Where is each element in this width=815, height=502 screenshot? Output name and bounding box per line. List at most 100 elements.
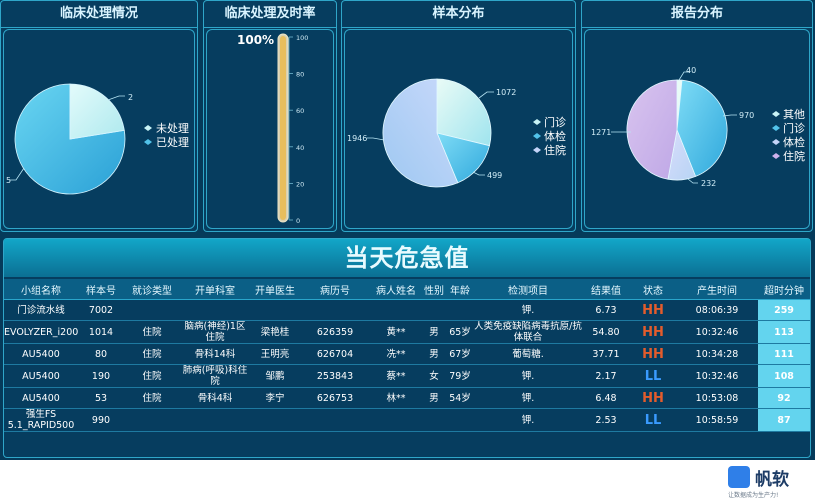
table-header-row: 小组名称 样本号 就诊类型 开单科室 开单医生 病历号 病人姓名 性别 年龄 检… xyxy=(4,279,810,300)
table-cell: 男 xyxy=(422,343,446,365)
legend-marker-processed xyxy=(144,139,152,145)
table-cell: 钾. xyxy=(474,408,582,432)
table-cell xyxy=(250,408,300,432)
table-cell: 626704 xyxy=(300,343,370,365)
table-cell: 2.53 xyxy=(582,408,630,432)
label-1946: 1946 xyxy=(347,134,367,143)
table-cell: LL xyxy=(630,364,676,388)
col-header: 病历号 xyxy=(300,279,370,300)
table-cell: 79岁 xyxy=(446,364,474,388)
rate-percent: 100% xyxy=(237,33,274,47)
table-cell: 10:34:28 xyxy=(676,343,758,365)
table-cell: 钾. xyxy=(474,364,582,388)
table-cell: 男 xyxy=(422,387,446,409)
col-header: 结果值 xyxy=(582,279,630,300)
legend-checkup: 体检 xyxy=(544,129,566,143)
table-cell xyxy=(422,299,446,321)
label-40: 40 xyxy=(686,66,696,75)
legend-marker-unprocessed xyxy=(144,125,152,131)
table-cell: 92 xyxy=(758,387,810,409)
table-row[interactable]: 门诊流水线 7002 钾. 6.73 HH 08:06:39 259 xyxy=(4,299,810,321)
table-cell xyxy=(300,299,370,321)
brand-logo: 帆软 让数据成为生产力! xyxy=(728,463,813,500)
table-cell xyxy=(370,408,422,432)
col-header: 产生时间 xyxy=(676,279,758,300)
rate-gauge-frame: 100% 100 80 60 40 20 0 xyxy=(206,29,334,229)
col-header: 检测项目 xyxy=(474,279,582,300)
table-cell: 990 xyxy=(78,408,124,432)
gauge-tick-label: 20 xyxy=(296,180,304,188)
label-970: 970 xyxy=(739,111,754,120)
samples-pie-chart: 1072 499 1946 门诊 体检 住院 xyxy=(347,78,566,188)
label-1072: 1072 xyxy=(496,88,516,97)
table-cell: 强生FS 5.1_RAPID500 xyxy=(4,408,78,432)
rate-panel: 临床处理及时率 100% 100 80 60 40 20 0 xyxy=(203,0,337,232)
table-cell: 08:06:39 xyxy=(676,299,758,321)
col-header: 就诊类型 xyxy=(124,279,180,300)
legend-other: 其他 xyxy=(783,108,805,121)
table-row[interactable]: EVOLYZER_i2000SR1014住院脑病(神经)1区住院梁艳桂62635… xyxy=(4,320,810,344)
clinical-title: 临床处理情况 xyxy=(1,1,197,28)
table-cell: 37.71 xyxy=(582,343,630,365)
table-cell: 葡萄糖. xyxy=(474,343,582,365)
table-cell: 80 xyxy=(78,343,124,365)
table-cell: 6.73 xyxy=(582,299,630,321)
table-cell: 10:53:08 xyxy=(676,387,758,409)
table-cell: 冼** xyxy=(370,343,422,365)
table-cell: 肺病(呼吸)科住院 xyxy=(180,364,250,388)
gauge-tick-label: 60 xyxy=(296,107,304,115)
table-cell: 住院 xyxy=(124,343,180,365)
table-row[interactable]: AU5400 53 住院 骨科4科 李宁 626753 林** 男 54岁 钾. 6.48 HH 10:… xyxy=(4,387,810,409)
table-row[interactable]: 强生FS 5.1_RAPID500 990 钾. 2.53 LL 10:58:59 87 xyxy=(4,408,810,432)
reports-chart-frame: 40 970 1271 232 其他 门诊 体检 住院 xyxy=(584,29,810,229)
col-header: 超时分钟 xyxy=(758,279,810,300)
label-1271: 1271 xyxy=(591,128,611,137)
legend-inpatient: 住院 xyxy=(783,149,805,163)
table-cell: 67岁 xyxy=(446,343,474,365)
samples-title: 样本分布 xyxy=(342,1,575,28)
table-cell: 626359 xyxy=(300,320,370,344)
legend-marker-checkup xyxy=(533,133,541,139)
table-cell: 蔡** xyxy=(370,364,422,388)
gauge-tick-label: 100 xyxy=(296,34,308,42)
table-cell: 111 xyxy=(758,343,810,365)
table-cell xyxy=(250,299,300,321)
pie-slice-unprocessed xyxy=(69,83,125,140)
legend-outpatient: 门诊 xyxy=(783,121,805,135)
table-cell: EVOLYZER_i2000SR xyxy=(4,320,78,344)
legend-unprocessed: 未处理 xyxy=(156,122,189,135)
legend-inpatient: 住院 xyxy=(544,143,566,157)
col-header: 开单科室 xyxy=(180,279,250,300)
table-cell xyxy=(180,299,250,321)
samples-panel: 样本分布 1072 499 1946 门诊 体检 住院 xyxy=(341,0,576,232)
brand-mark-icon xyxy=(728,466,750,488)
table-row[interactable]: AU5400 190 住院 肺病(呼吸)科住院 邹鹏 253843 蔡** 女 79岁 钾. 2.1… xyxy=(4,364,810,388)
table-cell: 113 xyxy=(758,320,810,344)
rate-title: 临床处理及时率 xyxy=(204,1,336,28)
reports-panel: 报告分布 40 970 1271 232 其他 门诊 体检 住院 xyxy=(581,0,813,232)
label-499: 499 xyxy=(487,171,502,180)
legend-processed: 已处理 xyxy=(156,136,189,149)
table-cell xyxy=(300,408,370,432)
table-cell: 骨科4科 xyxy=(180,387,250,409)
legend-marker-outpatient xyxy=(533,119,541,125)
table-cell: 65岁 xyxy=(446,320,474,344)
col-header: 年龄 xyxy=(446,279,474,300)
table-cell xyxy=(370,299,422,321)
table-cell: 住院 xyxy=(124,320,180,344)
table-cell: AU5400 xyxy=(4,387,78,409)
col-header: 病人姓名 xyxy=(370,279,422,300)
table-cell: 10:58:59 xyxy=(676,408,758,432)
table-cell: HH xyxy=(630,320,676,344)
col-header: 开单医生 xyxy=(250,279,300,300)
table-cell: 253843 xyxy=(300,364,370,388)
label-5: 5 xyxy=(6,176,11,185)
label-2: 2 xyxy=(128,93,133,102)
table-cell: 54.80 xyxy=(582,320,630,344)
table-cell: 门诊流水线 xyxy=(4,299,78,321)
table-row[interactable]: AU5400 80 住院 骨科14科 王明亮 626704 冼** 男 67岁 葡萄糖. 37.71… xyxy=(4,343,810,365)
gauge-fill xyxy=(280,36,286,220)
table-cell: HH xyxy=(630,299,676,321)
table-cell: 钾. xyxy=(474,387,582,409)
brand-name: 帆软 xyxy=(755,470,789,490)
